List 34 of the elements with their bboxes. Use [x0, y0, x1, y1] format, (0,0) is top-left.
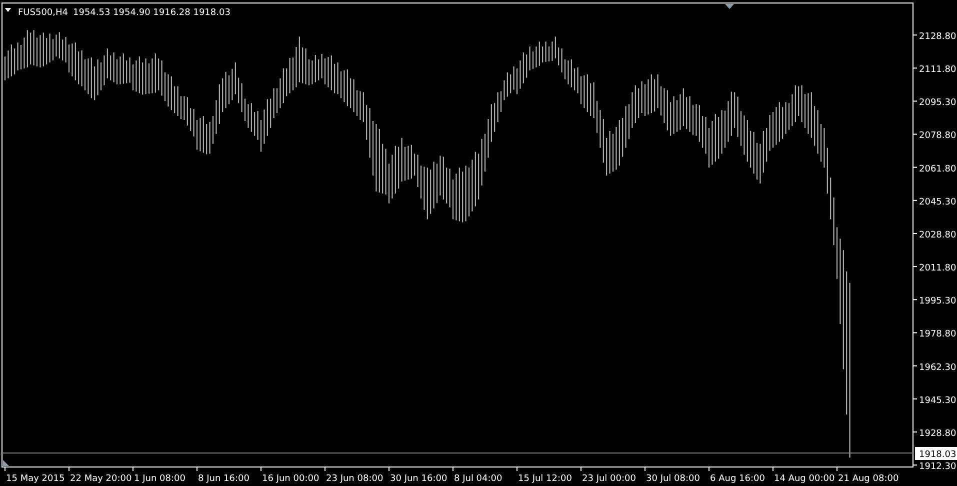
- price-axis-label: 1995.30: [919, 296, 956, 307]
- time-axis-label: 21 Aug 08:00: [838, 474, 899, 484]
- current-price-tag: 1918.03: [915, 447, 957, 460]
- price-axis-label: 2128.80: [919, 32, 956, 42]
- time-axis-label: 23 Jun 08:00: [326, 474, 384, 484]
- price-axis-label: 1912.30: [919, 462, 956, 472]
- price-axis-label: 2095.30: [919, 98, 956, 108]
- price-axis-label: 2061.80: [919, 164, 956, 174]
- time-axis-label: 14 Aug 00:00: [774, 474, 835, 484]
- time-axis-label: 1 Jun 08:00: [134, 474, 186, 484]
- price-axis-label: 2078.80: [919, 131, 956, 142]
- time-axis-label: 6 Aug 16:00: [710, 474, 765, 484]
- price-axis-label: 2011.80: [919, 264, 956, 274]
- price-axis-label: 1962.30: [919, 362, 956, 373]
- price-axis-label: 1978.80: [919, 330, 956, 340]
- price-axis-label: 2111.80: [919, 65, 956, 76]
- price-axis-label: 1928.80: [919, 428, 956, 439]
- time-axis-label: 15 May 2015: [6, 474, 65, 484]
- price-axis-label: 2045.30: [919, 197, 956, 208]
- time-axis-label: 15 Jul 12:00: [518, 474, 572, 484]
- time-axis-label: 22 May 20:00: [70, 474, 132, 484]
- dropdown-icon[interactable]: [5, 8, 11, 12]
- price-axis-label: 2028.80: [919, 230, 956, 240]
- time-axis-label: 8 Jul 04:00: [454, 474, 502, 484]
- time-axis-label: 16 Jun 00:00: [262, 474, 320, 484]
- time-axis-label: 30 Jul 08:00: [646, 474, 700, 484]
- chart-symbol: FUS500,H4: [18, 8, 68, 18]
- scroll-marker-icon: [3, 460, 9, 466]
- time-axis-label: 23 Jul 00:00: [582, 474, 636, 484]
- price-axis-label: 1945.30: [919, 396, 956, 406]
- chart-shift-icon[interactable]: [725, 4, 734, 9]
- time-axis-label: 30 Jun 16:00: [390, 474, 448, 484]
- time-axis-label: 8 Jun 16:00: [198, 474, 250, 484]
- ohlc-values: 1954.53 1954.90 1916.28 1918.03: [73, 8, 230, 18]
